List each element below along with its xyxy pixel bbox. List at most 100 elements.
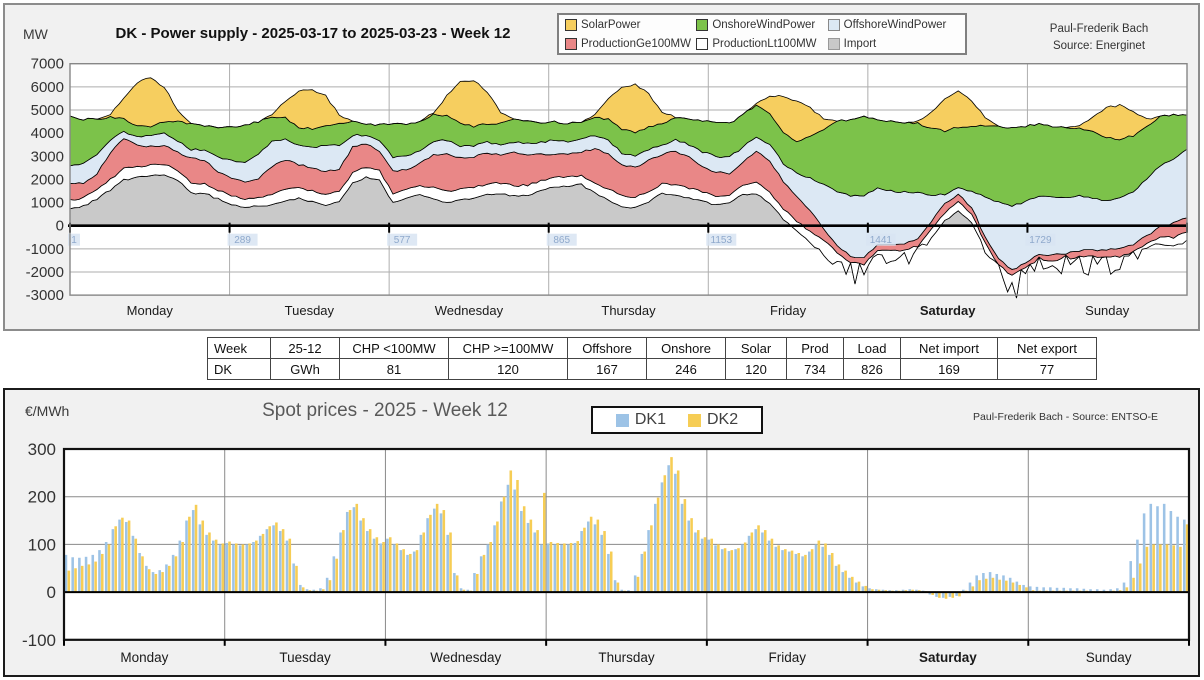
price-bar-dk1 xyxy=(708,540,711,592)
price-bar-dk2 xyxy=(349,510,352,592)
price-bar-dk1 xyxy=(607,554,610,592)
price-bar-dk1 xyxy=(85,557,88,592)
price-bar-dk2 xyxy=(168,566,171,592)
price-bar-dk2 xyxy=(342,530,345,592)
price-bar-dk1 xyxy=(828,555,831,592)
price-bar-dk1 xyxy=(71,557,74,592)
price-bar-dk1 xyxy=(614,580,617,592)
price-bar-dk2 xyxy=(409,554,412,592)
y-tick-label: 6000 xyxy=(31,79,64,96)
price-bar-dk2 xyxy=(617,583,620,593)
price-bar-dk1 xyxy=(192,510,195,592)
price-bar-dk2 xyxy=(208,532,211,592)
y-tick-label: -100 xyxy=(22,631,56,650)
price-bar-dk2 xyxy=(851,577,854,592)
price-bar-dk2 xyxy=(590,517,593,592)
price-bar-dk1 xyxy=(574,543,577,592)
spot-price-source: Paul-Frederik Bach - Source: ENTSO-E xyxy=(973,411,1158,423)
price-bar-dk1 xyxy=(205,535,208,592)
price-bar-dk2 xyxy=(978,580,981,592)
price-bar-dk2 xyxy=(637,577,640,592)
price-bar-dk1 xyxy=(547,543,550,592)
price-bar-dk2 xyxy=(282,529,285,592)
table-value-cell: 167 xyxy=(568,359,647,380)
price-bar-dk1 xyxy=(279,531,282,592)
legend-item-productionlt100mw: ProductionLt100MW xyxy=(696,38,827,50)
price-bar-dk1 xyxy=(1002,575,1005,592)
price-bar-dk2 xyxy=(690,518,693,592)
table-value-cell: GWh xyxy=(271,359,340,380)
price-bar-dk2 xyxy=(797,553,800,592)
price-bar-dk2 xyxy=(496,522,499,593)
x-day-label: Sunday xyxy=(1086,650,1132,665)
price-bar-dk1 xyxy=(1156,506,1159,592)
price-bar-dk1 xyxy=(359,521,362,593)
price-bar-dk1 xyxy=(647,530,650,592)
legend-item-dk2: DK2 xyxy=(688,411,738,429)
price-bar-dk1 xyxy=(1016,582,1019,592)
price-bar-dk1 xyxy=(801,556,804,592)
price-bar-dk2 xyxy=(563,543,566,592)
price-bar-dk2 xyxy=(710,539,713,592)
price-bar-dk1 xyxy=(246,544,249,592)
legend-label: Import xyxy=(844,38,877,50)
price-bar-dk2 xyxy=(295,566,298,592)
price-bar-dk1 xyxy=(641,554,644,592)
price-bar-dk2 xyxy=(68,571,71,592)
price-bar-dk1 xyxy=(400,550,403,592)
y-tick-label: 300 xyxy=(28,440,56,459)
price-bar-dk2 xyxy=(818,541,821,593)
price-bar-dk1 xyxy=(768,541,771,593)
price-bar-dk2 xyxy=(155,574,158,592)
price-bar-dk2 xyxy=(268,526,271,592)
price-bar-dk2 xyxy=(429,515,432,592)
price-bar-dk1 xyxy=(446,535,449,592)
legend-item-onshorewindpower: OnshoreWindPower xyxy=(696,19,827,31)
price-bar-dk1 xyxy=(232,544,235,592)
price-bar-dk2 xyxy=(550,542,553,592)
price-bar-dk2 xyxy=(1166,544,1169,592)
price-bar-dk1 xyxy=(326,578,329,592)
price-bar-dk2 xyxy=(764,530,767,592)
price-bar-dk1 xyxy=(761,532,764,592)
y-tick-label: 1000 xyxy=(31,195,64,212)
table-value-cell: 734 xyxy=(787,359,844,380)
price-bar-dk2 xyxy=(436,504,439,592)
x-day-label: Thursday xyxy=(601,303,656,318)
table-header-cell: 25-12 xyxy=(271,338,340,359)
price-bar-dk2 xyxy=(643,552,646,593)
hour-index-label: 1441 xyxy=(870,235,893,246)
x-day-label: Friday xyxy=(770,303,807,318)
price-bar-dk1 xyxy=(286,541,289,593)
price-bar-dk2 xyxy=(858,582,861,592)
legend-label: OffshoreWindPower xyxy=(844,19,947,31)
price-bar-dk2 xyxy=(402,549,405,592)
price-bar-dk1 xyxy=(91,555,94,592)
price-bar-dk1 xyxy=(413,552,416,593)
power-supply-title: DK - Power supply - 2025-03-17 to 2025-0… xyxy=(67,25,559,42)
x-day-label: Wednesday xyxy=(435,303,504,318)
price-bar-dk2 xyxy=(1012,583,1015,593)
source-provider: Source: Energinet xyxy=(1014,38,1184,55)
price-bar-dk2 xyxy=(195,505,198,592)
price-bar-dk1 xyxy=(667,465,670,592)
price-bar-dk2 xyxy=(811,549,814,592)
price-bar-dk1 xyxy=(112,529,115,592)
price-bar-dk1 xyxy=(1170,511,1173,592)
price-bar-dk2 xyxy=(141,556,144,592)
hour-index-label: 1153 xyxy=(711,235,733,246)
price-bar-dk1 xyxy=(259,536,262,592)
x-day-label: Monday xyxy=(120,650,168,665)
price-bar-dk1 xyxy=(152,572,155,592)
price-bar-dk2 xyxy=(1146,547,1149,592)
price-bar-dk1 xyxy=(815,544,818,592)
price-bar-dk2 xyxy=(737,548,740,592)
price-bar-dk1 xyxy=(734,549,737,592)
y-tick-label: 3000 xyxy=(31,148,64,165)
table-value-cell: 120 xyxy=(726,359,787,380)
spot-price-title: Spot prices - 2025 - Week 12 xyxy=(205,400,565,422)
price-bar-dk1 xyxy=(158,570,161,592)
price-bar-dk1 xyxy=(996,574,999,592)
price-bar-dk1 xyxy=(748,536,751,592)
legend-label: ProductionGe100MW xyxy=(581,38,691,50)
